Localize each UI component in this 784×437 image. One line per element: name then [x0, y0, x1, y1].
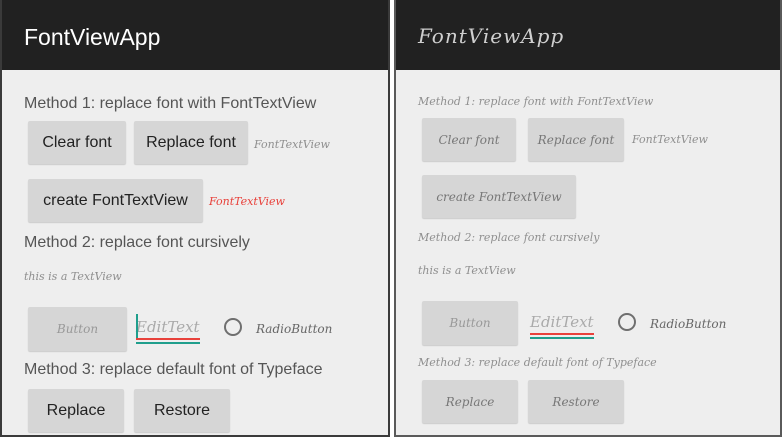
cursive-button[interactable]: Button	[422, 301, 518, 345]
method2-label: Method 2: replace font cursively	[24, 234, 250, 251]
method2-label: Method 2: replace font cursively	[418, 231, 600, 244]
replace-font-button[interactable]: Replace font	[134, 121, 248, 164]
method1-label: Method 1: replace font with FontTextView	[418, 95, 654, 108]
edittext-value: EditText	[136, 318, 200, 336]
radio-circle-icon[interactable]	[224, 318, 242, 336]
radiobutton-label[interactable]: RadioButton	[256, 322, 332, 336]
app-bar: FontViewApp	[396, 0, 780, 70]
edittext-underline-teal	[530, 337, 594, 339]
edittext-field[interactable]: EditText	[530, 313, 594, 339]
fonttextview-label: FontTextView	[632, 133, 708, 146]
cursive-button[interactable]: Button	[28, 307, 127, 351]
method3-label: Method 3: replace default font of Typefa…	[418, 356, 657, 369]
edittext-underline-red	[136, 338, 200, 340]
radiobutton-label[interactable]: RadioButton	[650, 317, 726, 331]
fonttextview-red-label: FontTextView	[209, 195, 285, 208]
right-phone-screen: FontViewApp Method 1: replace font with …	[394, 0, 782, 437]
method3-label: Method 3: replace default font of Typefa…	[24, 361, 323, 378]
textview-label: this is a TextView	[418, 264, 516, 277]
edittext-underline-teal	[136, 342, 200, 344]
textview-label: this is a TextView	[24, 270, 122, 283]
edittext-underline-red	[530, 333, 594, 335]
replace-button[interactable]: Replace	[28, 389, 124, 432]
left-phone-screen: FontViewApp Method 1: replace font with …	[0, 0, 390, 437]
app-bar: FontViewApp	[2, 0, 388, 70]
restore-button[interactable]: Restore	[134, 389, 230, 432]
replace-font-button[interactable]: Replace font	[528, 118, 624, 161]
edittext-value: EditText	[530, 313, 594, 331]
app-title: FontViewApp	[24, 24, 161, 50]
clear-font-button[interactable]: Clear font	[422, 118, 516, 161]
app-title: FontViewApp	[418, 24, 565, 48]
create-fonttextview-button[interactable]: create FontTextView	[422, 175, 576, 218]
restore-button[interactable]: Restore	[528, 380, 624, 423]
text-cursor	[136, 314, 138, 338]
edittext-field[interactable]: EditText	[136, 314, 200, 344]
radio-circle-icon[interactable]	[618, 313, 636, 331]
clear-font-button[interactable]: Clear font	[28, 121, 126, 164]
create-fonttextview-button[interactable]: create FontTextView	[28, 179, 203, 222]
replace-button[interactable]: Replace	[422, 380, 518, 423]
fonttextview-label: FontTextView	[254, 138, 330, 151]
method1-label: Method 1: replace font with FontTextView	[24, 95, 317, 112]
